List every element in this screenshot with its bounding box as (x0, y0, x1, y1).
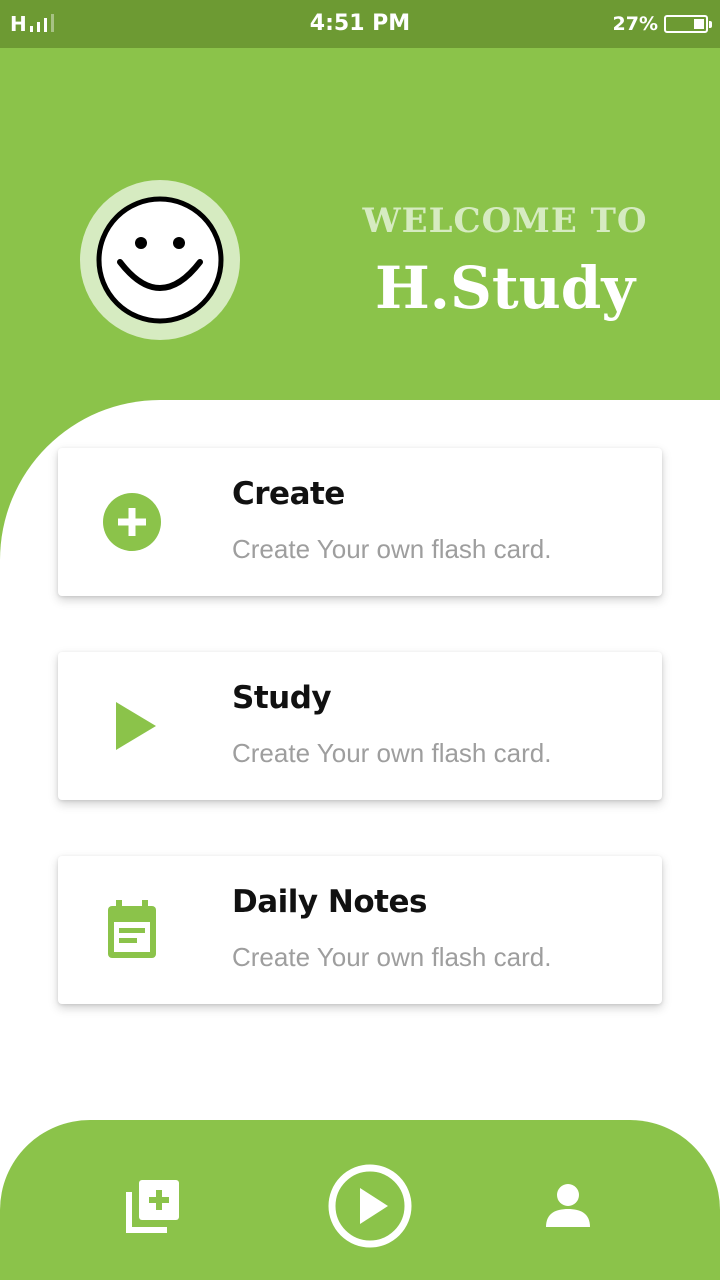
home-screen: H 4:51 PM 27% WELCOME TO H.Study Create … (0, 0, 720, 1280)
study-card[interactable]: Study Create Your own flash card. (58, 652, 662, 800)
battery-percent: 27% (612, 13, 658, 35)
battery-icon (664, 15, 712, 33)
daily-notes-card[interactable]: Daily Notes Create Your own flash card. (58, 856, 662, 1004)
play-circle-icon[interactable] (326, 1162, 414, 1250)
app-title: H.Study (374, 254, 636, 322)
card-title: Study (232, 680, 332, 716)
library-add-icon[interactable] (118, 1174, 188, 1238)
card-title: Daily Notes (232, 884, 427, 920)
bottom-navigation (0, 1120, 720, 1280)
create-card[interactable]: Create Create Your own flash card. (58, 448, 662, 596)
card-title: Create (232, 476, 345, 512)
status-bar: H 4:51 PM 27% (0, 0, 720, 48)
add-circle-icon (98, 492, 166, 552)
welcome-label: WELCOME TO (362, 201, 648, 241)
card-subtitle: Create Your own flash card. (232, 738, 552, 768)
battery-fill (694, 19, 704, 29)
card-subtitle: Create Your own flash card. (232, 534, 552, 564)
calendar-notes-icon (98, 900, 166, 960)
play-icon (98, 696, 166, 756)
person-icon[interactable] (538, 1178, 598, 1232)
smiley-face-icon (96, 196, 224, 324)
card-subtitle: Create Your own flash card. (232, 942, 552, 972)
battery-indicator: 27% (612, 11, 712, 37)
